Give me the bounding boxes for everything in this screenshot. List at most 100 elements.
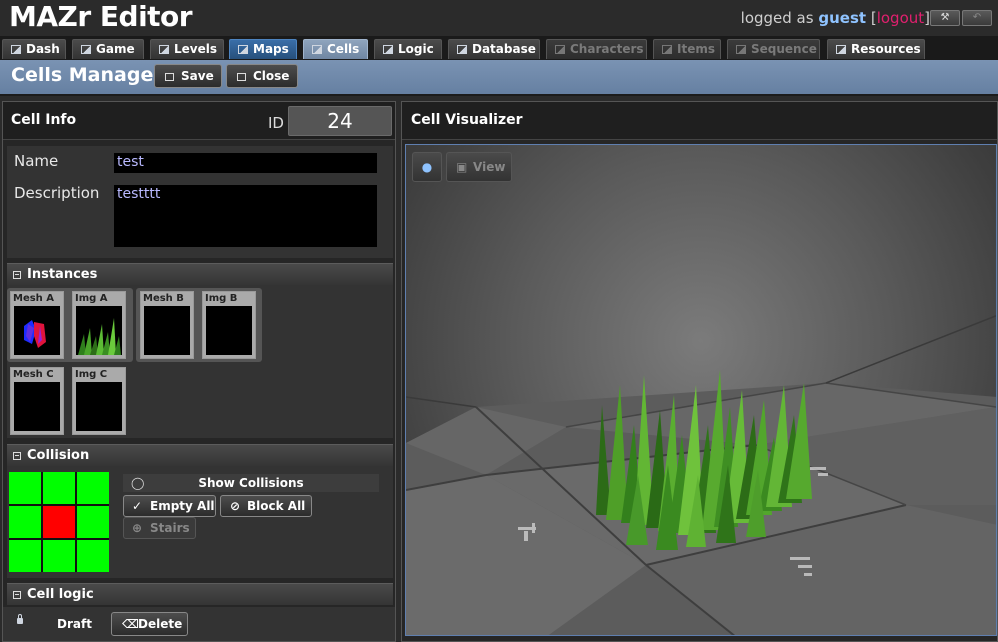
lightbulb-icon: ◯ xyxy=(131,476,145,490)
tab-resources[interactable]: Resources xyxy=(827,39,925,59)
stairs-button: ⊕ Stairs xyxy=(123,517,196,539)
cell-logic-section-header[interactable]: Cell logic xyxy=(7,583,393,605)
delete-label: Delete xyxy=(138,617,183,631)
tab-label: Sequence xyxy=(751,42,817,56)
instance-slot-mesh-c[interactable]: Mesh C xyxy=(10,367,64,435)
close-button[interactable]: Close xyxy=(226,64,298,88)
view-button[interactable]: ▣ View xyxy=(446,152,512,182)
file-icon xyxy=(836,45,846,54)
collision-cell[interactable] xyxy=(43,540,75,572)
collapse-icon xyxy=(13,591,21,599)
image-icon xyxy=(81,45,91,54)
stairs-label: Stairs xyxy=(150,521,190,535)
description-label: Description xyxy=(14,184,100,202)
image-icon xyxy=(237,73,246,81)
collision-cell[interactable] xyxy=(9,506,41,538)
collision-cell[interactable] xyxy=(77,540,109,572)
id-label: ID xyxy=(268,114,284,132)
tab-characters: Characters xyxy=(546,39,647,59)
tab-items: Items xyxy=(653,39,721,59)
save-label: Save xyxy=(181,69,214,83)
manager-bar: Cells Manager Save Close xyxy=(0,60,998,96)
id-field[interactable]: 24 xyxy=(288,106,392,136)
save-button[interactable]: Save xyxy=(154,64,222,88)
draft-toggle[interactable]: Draft xyxy=(9,613,109,635)
login-status: logged as guest [logout] xyxy=(741,9,930,27)
lock-icon xyxy=(17,614,23,624)
tab-dash[interactable]: Dash xyxy=(2,39,66,59)
tab-label: Logic xyxy=(398,42,434,56)
username: guest xyxy=(818,9,867,27)
block-all-label: Block All xyxy=(247,499,306,513)
tab-levels[interactable]: Levels xyxy=(150,39,224,59)
instance-slot-label: Img B xyxy=(205,293,238,304)
dot-icon: ● xyxy=(421,160,433,174)
instance-slot-mesh-b[interactable]: Mesh B xyxy=(140,291,194,359)
main-tabs: Dash Game Levels Maps Cells Logic Databa… xyxy=(0,36,998,60)
tab-label: Cells xyxy=(327,42,360,56)
close-label: Close xyxy=(253,69,290,83)
empty-preview xyxy=(206,306,252,355)
image-icon xyxy=(159,45,169,54)
collision-cell[interactable] xyxy=(43,472,75,504)
grass-preview xyxy=(76,306,122,355)
empty-preview xyxy=(76,382,122,431)
tab-label: Items xyxy=(677,42,715,56)
description-textarea[interactable]: testttt xyxy=(113,184,378,248)
collision-cell[interactable] xyxy=(9,540,41,572)
show-collisions-label: Show Collisions xyxy=(198,476,304,490)
instance-slot-label: Img A xyxy=(75,293,108,304)
camera-dot-button[interactable]: ● xyxy=(412,152,442,182)
tab-label: Database xyxy=(472,42,536,56)
cell-info-header: Cell Info ID 24 xyxy=(3,102,395,140)
visualizer-header: Cell Visualizer xyxy=(402,102,997,140)
instance-slot-img-a[interactable]: Img A xyxy=(72,291,126,359)
collision-cell-blocked[interactable] xyxy=(43,506,75,538)
mesh-a-preview xyxy=(14,306,60,355)
instance-slot-label: Img C xyxy=(75,369,108,380)
tab-maps[interactable]: Maps xyxy=(229,39,297,59)
name-input[interactable]: test xyxy=(113,152,378,174)
tab-logic[interactable]: Logic xyxy=(374,39,442,59)
empty-preview xyxy=(144,306,190,355)
empty-preview xyxy=(14,382,60,431)
view-label: View xyxy=(473,160,506,174)
instance-slot-img-c[interactable]: Img C xyxy=(72,367,126,435)
collision-cell[interactable] xyxy=(77,472,109,504)
tab-label: Maps xyxy=(253,42,289,56)
tab-game[interactable]: Game xyxy=(72,39,144,59)
instance-slot-label: Mesh A xyxy=(13,293,55,304)
show-collisions-toggle[interactable]: ◯ Show Collisions xyxy=(123,474,379,492)
tab-sequence: Sequence xyxy=(727,39,820,59)
cell-visualizer-panel: Cell Visualizer ● ▣ View xyxy=(401,101,998,642)
tools-button[interactable]: ⚒ xyxy=(930,10,960,26)
collision-cell[interactable] xyxy=(9,472,41,504)
tab-label: Game xyxy=(96,42,135,56)
map-icon xyxy=(238,45,248,54)
3d-viewport[interactable]: ● ▣ View xyxy=(405,144,997,636)
block-all-button[interactable]: ⊘ Block All xyxy=(220,495,312,517)
empty-all-label: Empty All xyxy=(150,499,215,513)
image-icon xyxy=(312,45,322,54)
tab-label: Resources xyxy=(851,42,921,56)
tab-database[interactable]: Database xyxy=(448,39,540,59)
collision-section-header[interactable]: Collision xyxy=(7,444,393,466)
collision-grid xyxy=(9,472,109,572)
cell-info-title: Cell Info xyxy=(11,112,77,128)
delete-button[interactable]: ⌫ Delete xyxy=(111,612,188,636)
top-bar: MAZr Editor logged as guest [logout] ⚒ ↶ xyxy=(0,0,998,36)
collapse-icon xyxy=(13,452,21,460)
name-label: Name xyxy=(14,152,59,170)
logout-link[interactable]: logout xyxy=(877,9,924,27)
trash-icon: ⌫ xyxy=(122,617,139,631)
tab-cells[interactable]: Cells xyxy=(303,39,368,59)
collision-cell[interactable] xyxy=(77,506,109,538)
instances-section-header[interactable]: Instances xyxy=(7,263,393,285)
image-icon xyxy=(11,45,21,54)
instance-slot-img-b[interactable]: Img B xyxy=(202,291,256,359)
instance-slot-mesh-a[interactable]: Mesh A xyxy=(10,291,64,359)
undo-button[interactable]: ↶ xyxy=(962,10,992,26)
empty-all-button[interactable]: ✓ Empty All xyxy=(123,495,216,517)
panel-footer: Draft ⌫ Delete xyxy=(3,607,395,641)
logged-as-text: logged as xyxy=(740,9,814,27)
